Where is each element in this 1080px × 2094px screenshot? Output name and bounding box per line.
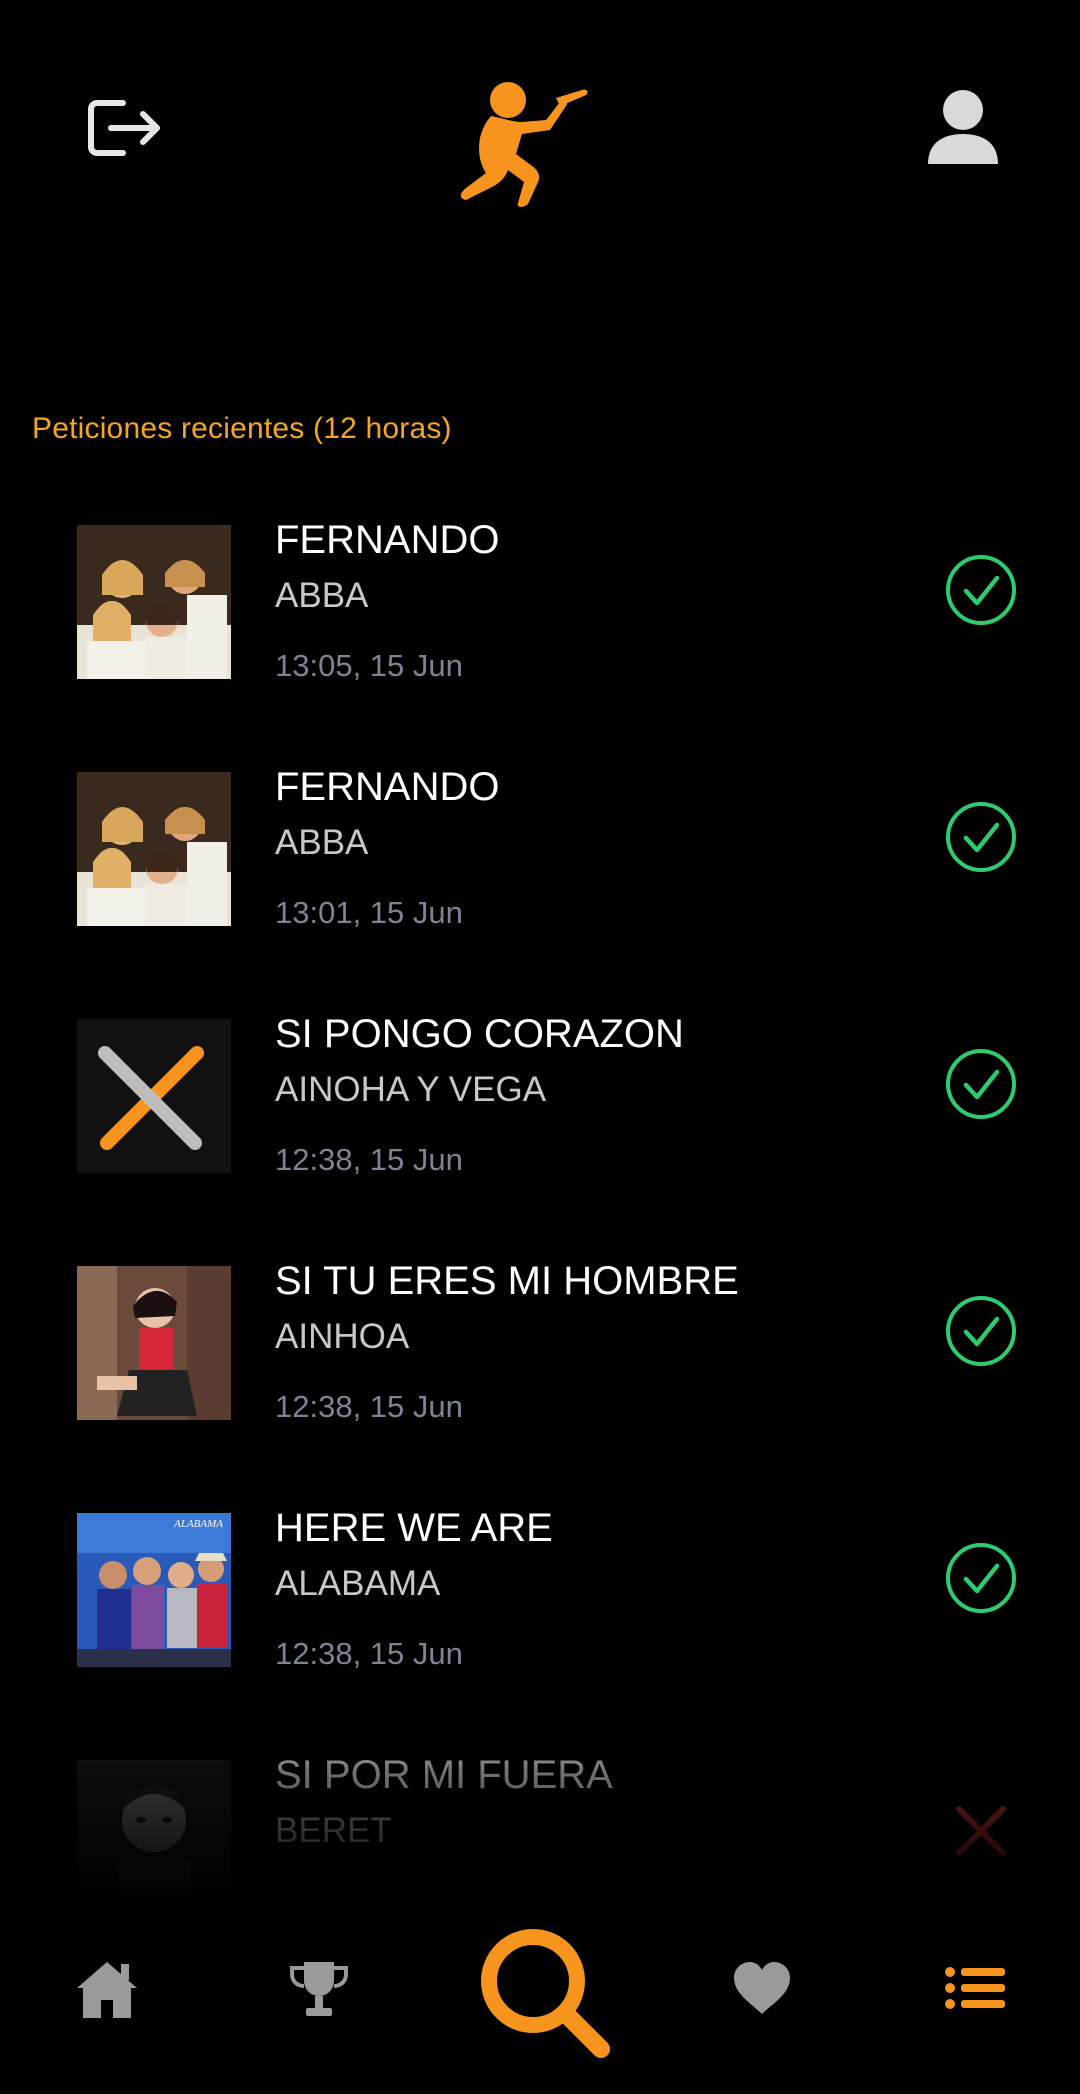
check-circle-icon (946, 802, 1016, 872)
nav-home[interactable] (70, 1954, 144, 2024)
song-title: FERNANDO (275, 765, 500, 809)
home-icon (77, 1962, 137, 2018)
artist-name: ALABAMA (275, 1564, 441, 1603)
close-icon (956, 1806, 1006, 1856)
bottom-nav (0, 1900, 1080, 2094)
ainhoa-photo-image (77, 1266, 231, 1420)
alabama-cover-caption: ALABAMA (173, 1518, 223, 1530)
trophy-icon (290, 1962, 348, 2016)
song-title: HERE WE ARE (275, 1506, 553, 1550)
album-thumbnail (77, 1760, 231, 1900)
check-circle-icon (946, 555, 1016, 625)
user-icon (928, 90, 998, 164)
check-circle-icon (946, 1049, 1016, 1119)
album-thumbnail (77, 525, 231, 679)
song-title: SI TU ERES MI HOMBRE (275, 1259, 739, 1303)
check-circle-icon (946, 1296, 1016, 1366)
status-accepted (945, 801, 1017, 873)
request-item[interactable]: SI PONGO CORAZON AINOHA Y VEGA 12:38, 15… (0, 994, 1080, 1194)
placeholder-x-icon (77, 1019, 231, 1173)
alabama-cover-image: ALABAMA (77, 1513, 231, 1667)
request-item[interactable]: ALABAMA HERE WE ARE ALABAMA 12:38, 15 Ju… (0, 1488, 1080, 1688)
request-item[interactable]: FERNANDO ABBA 13:01, 15 Jun (0, 747, 1080, 947)
artist-name: BERET (275, 1811, 392, 1850)
song-title: SI POR MI FUERA (275, 1753, 613, 1797)
artist-name: ABBA (275, 576, 369, 615)
logout-button[interactable] (78, 88, 168, 168)
nav-ranking[interactable] (282, 1954, 356, 2024)
request-item[interactable]: SI POR MI FUERA BERET (0, 1735, 1080, 1900)
request-time: 12:38, 15 Jun (275, 1636, 463, 1671)
request-item[interactable]: SI TU ERES MI HOMBRE AINHOA 12:38, 15 Ju… (0, 1241, 1080, 1441)
nav-search[interactable] (470, 1918, 620, 2068)
list-icon (945, 1967, 1005, 2009)
status-accepted (945, 1295, 1017, 1367)
request-time: 13:05, 15 Jun (275, 648, 463, 683)
status-accepted (945, 1048, 1017, 1120)
beret-cover-image (77, 1760, 231, 1900)
logout-icon (88, 100, 160, 156)
song-title: SI PONGO CORAZON (275, 1012, 684, 1056)
album-thumbnail (77, 1019, 231, 1173)
request-time: 13:01, 15 Jun (275, 895, 463, 930)
search-icon (481, 1929, 610, 2058)
singer-logo-icon (460, 82, 588, 207)
check-circle-icon (946, 1543, 1016, 1613)
nav-favorites[interactable] (730, 1956, 794, 2020)
artist-name: AINOHA Y VEGA (275, 1070, 547, 1109)
request-item[interactable]: FERNANDO ABBA 13:05, 15 Jun (0, 500, 1080, 700)
album-thumbnail: ALABAMA (77, 1513, 231, 1667)
abba-cover-image (77, 525, 231, 679)
album-thumbnail (77, 1266, 231, 1420)
app-header (0, 0, 1080, 260)
status-accepted (945, 554, 1017, 626)
abba-cover-image (77, 772, 231, 926)
song-title: FERNANDO (275, 518, 500, 562)
album-thumbnail (77, 772, 231, 926)
app-logo (446, 78, 596, 208)
status-accepted (945, 1542, 1017, 1614)
status-rejected (945, 1795, 1017, 1867)
request-time: 12:38, 15 Jun (275, 1389, 463, 1424)
nav-requests[interactable] (940, 1956, 1010, 2020)
request-time: 12:38, 15 Jun (275, 1142, 463, 1177)
heart-icon (734, 1962, 790, 2014)
profile-button[interactable] (918, 84, 1008, 174)
artist-name: AINHOA (275, 1317, 410, 1356)
section-title: Peticiones recientes (12 horas) (32, 412, 452, 445)
request-list: FERNANDO ABBA 13:05, 15 Jun FERNANDO ABB… (0, 500, 1080, 1900)
artist-name: ABBA (275, 823, 369, 862)
